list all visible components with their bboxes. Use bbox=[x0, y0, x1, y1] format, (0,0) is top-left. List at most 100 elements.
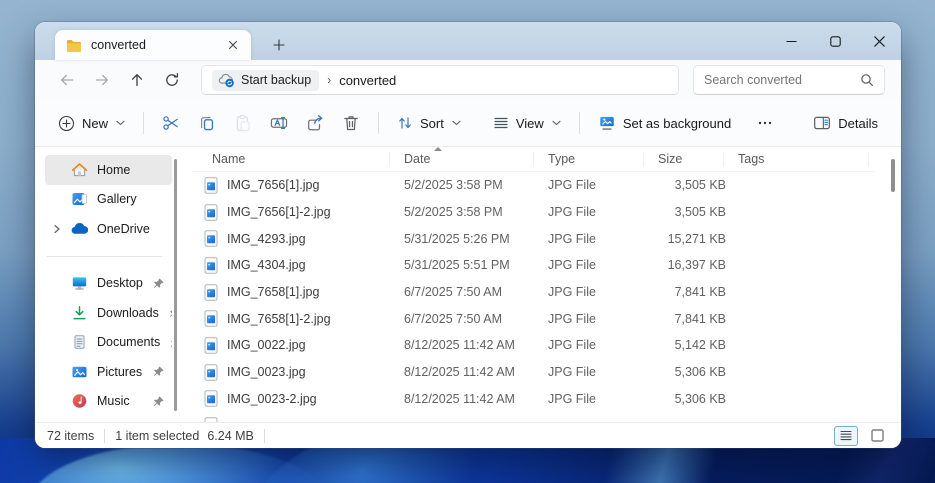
status-separator bbox=[104, 429, 105, 443]
jpg-file-icon bbox=[204, 364, 218, 381]
sidebar-item-gallery[interactable]: Gallery bbox=[45, 185, 172, 215]
paste-button[interactable] bbox=[225, 107, 261, 139]
share-button[interactable] bbox=[297, 107, 333, 139]
command-bar: New Sort View bbox=[35, 100, 901, 147]
new-button-label: New bbox=[82, 116, 108, 131]
column-header-tags[interactable]: Tags bbox=[730, 147, 875, 171]
explorer-tab[interactable]: converted bbox=[55, 30, 251, 60]
file-type-cell: JPG File bbox=[540, 312, 650, 326]
file-size-cell: 7,841 KB bbox=[650, 312, 730, 326]
set-background-icon bbox=[598, 114, 616, 132]
sidebar-item-documents[interactable]: Documents bbox=[45, 328, 172, 358]
sidebar-item-label: Pictures bbox=[97, 365, 143, 379]
back-button[interactable] bbox=[51, 65, 82, 95]
trash-icon bbox=[342, 114, 360, 132]
sidebar-scrollbar[interactable] bbox=[172, 147, 180, 422]
home-icon bbox=[71, 161, 88, 178]
file-size-cell: 5,306 KB bbox=[650, 365, 730, 379]
file-date-cell: 5/2/2025 3:58 PM bbox=[396, 178, 540, 192]
file-name: IMG_7656[1]-2.jpg bbox=[227, 205, 331, 219]
file-date-cell: 5/2/2025 3:58 PM bbox=[396, 205, 540, 219]
search-box[interactable]: Search converted bbox=[693, 65, 885, 95]
file-row[interactable]: IMG_0023-2.jpg8/12/2025 11:42 AMJPG File… bbox=[192, 386, 875, 413]
jpg-file-icon bbox=[204, 257, 218, 274]
toolbar-separator bbox=[579, 112, 580, 134]
selection-size: 6.24 MB bbox=[207, 429, 254, 443]
sidebar-scrollbar-thumb[interactable] bbox=[174, 159, 177, 411]
file-row[interactable]: IMG_0023.jpg8/12/2025 11:42 AMJPG File5,… bbox=[192, 359, 875, 386]
file-row[interactable]: IMG_7658[1]-2.jpg6/7/2025 7:50 AMJPG Fil… bbox=[192, 305, 875, 332]
copy-button[interactable] bbox=[189, 107, 225, 139]
maximize-button[interactable] bbox=[813, 22, 857, 60]
list-scrollbar-thumb[interactable] bbox=[891, 159, 895, 192]
delete-button[interactable] bbox=[333, 107, 369, 139]
file-row[interactable]: IMG_7658[1].jpg6/7/2025 7:50 AMJPG File7… bbox=[192, 279, 875, 306]
jpg-file-icon bbox=[204, 417, 218, 422]
tab-close-icon[interactable] bbox=[223, 35, 243, 55]
jpg-file-icon bbox=[204, 204, 218, 221]
close-button[interactable] bbox=[857, 22, 901, 60]
sort-button[interactable]: Sort bbox=[388, 108, 470, 138]
details-pane-button[interactable]: Details bbox=[804, 107, 887, 139]
main-area: HomeGalleryOneDrive DesktopDownloadsDocum… bbox=[35, 147, 901, 422]
up-button[interactable] bbox=[121, 65, 152, 95]
column-header-label: Name bbox=[212, 152, 245, 166]
column-header-date[interactable]: Date bbox=[396, 147, 540, 171]
sidebar-item-home[interactable]: Home bbox=[45, 155, 172, 185]
pin-icon bbox=[152, 365, 165, 378]
file-row[interactable] bbox=[192, 412, 875, 422]
gallery-icon bbox=[71, 191, 88, 208]
thumbnail-view-toggle[interactable] bbox=[865, 426, 889, 446]
cut-button[interactable] bbox=[153, 107, 189, 139]
sidebar: HomeGalleryOneDrive DesktopDownloadsDocum… bbox=[35, 147, 172, 422]
file-type-cell: JPG File bbox=[540, 232, 650, 246]
sidebar-item-desktop[interactable]: Desktop bbox=[45, 269, 172, 299]
downloads-icon bbox=[71, 304, 88, 321]
file-row[interactable]: IMG_4304.jpg5/31/2025 5:51 PMJPG File16,… bbox=[192, 252, 875, 279]
items-count: 72 items bbox=[47, 429, 94, 443]
new-button[interactable]: New bbox=[49, 108, 134, 139]
breadcrumb-current[interactable]: converted bbox=[339, 73, 396, 88]
column-header-type[interactable]: Type bbox=[540, 147, 650, 171]
file-name-cell: IMG_0023-2.jpg bbox=[192, 390, 396, 407]
sidebar-item-onedrive[interactable]: OneDrive bbox=[45, 214, 172, 244]
search-placeholder: Search converted bbox=[704, 73, 854, 87]
rename-icon bbox=[270, 114, 288, 132]
list-scrollbar[interactable] bbox=[891, 153, 895, 393]
expand-chevron-icon[interactable] bbox=[53, 224, 61, 234]
sidebar-item-videos[interactable]: Videos bbox=[45, 416, 172, 422]
minimize-button[interactable] bbox=[769, 22, 813, 60]
sidebar-item-pictures[interactable]: Pictures bbox=[45, 357, 172, 387]
file-row[interactable]: IMG_7656[1]-2.jpg5/2/2025 3:58 PMJPG Fil… bbox=[192, 199, 875, 226]
plus-circle-icon bbox=[58, 115, 75, 132]
forward-button[interactable] bbox=[86, 65, 117, 95]
column-header-size[interactable]: Size bbox=[650, 147, 730, 171]
refresh-button[interactable] bbox=[156, 65, 187, 95]
chevron-down-icon bbox=[552, 120, 561, 126]
file-row[interactable]: IMG_4293.jpg5/31/2025 5:26 PMJPG File15,… bbox=[192, 225, 875, 252]
column-header-name[interactable]: Name bbox=[192, 147, 396, 171]
file-name-cell: IMG_7658[1].jpg bbox=[192, 284, 396, 301]
rename-button[interactable] bbox=[261, 107, 297, 139]
status-separator bbox=[264, 429, 265, 443]
file-row[interactable]: IMG_7656[1].jpg5/2/2025 3:58 PMJPG File3… bbox=[192, 172, 875, 199]
set-as-background-button[interactable]: Set as background bbox=[589, 107, 740, 139]
file-name-cell: IMG_4293.jpg bbox=[192, 230, 396, 247]
new-tab-button[interactable] bbox=[267, 34, 291, 56]
sidebar-divider bbox=[47, 256, 162, 257]
file-row[interactable]: IMG_0022.jpg8/12/2025 11:42 AMJPG File5,… bbox=[192, 332, 875, 359]
set-as-background-label: Set as background bbox=[623, 116, 731, 131]
file-type-cell: JPG File bbox=[540, 285, 650, 299]
address-bar[interactable]: Start backup › converted bbox=[201, 65, 679, 95]
file-type-cell: JPG File bbox=[540, 392, 650, 406]
onedrive-icon bbox=[71, 220, 88, 237]
sidebar-item-downloads[interactable]: Downloads bbox=[45, 298, 172, 328]
see-more-button[interactable] bbox=[748, 108, 782, 138]
sidebar-item-label: Music bbox=[97, 394, 143, 408]
view-button[interactable]: View bbox=[484, 108, 570, 138]
file-size-cell: 3,505 KB bbox=[650, 178, 730, 192]
onedrive-backup-chip[interactable]: Start backup bbox=[212, 70, 319, 91]
share-icon bbox=[306, 114, 324, 132]
sidebar-item-music[interactable]: Music bbox=[45, 387, 172, 417]
details-view-toggle[interactable] bbox=[834, 426, 858, 446]
